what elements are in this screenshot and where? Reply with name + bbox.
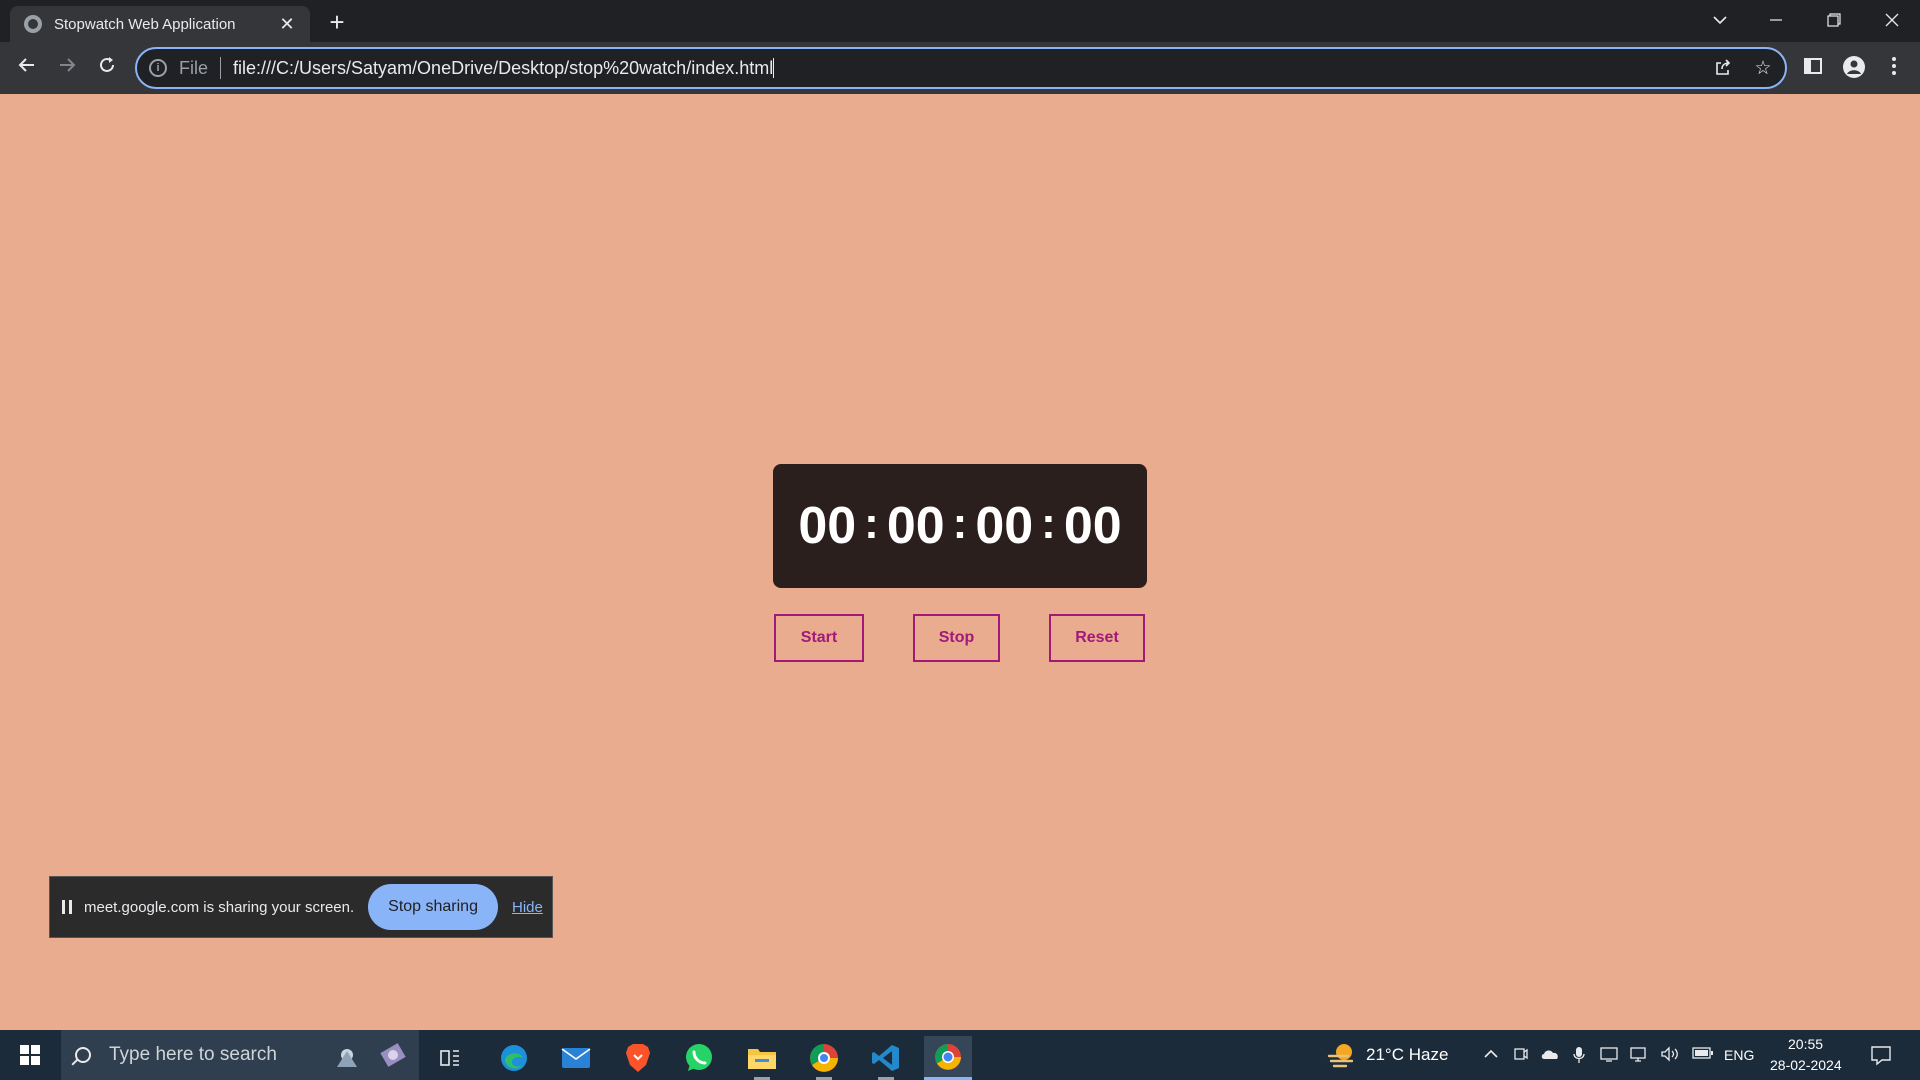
share-icon[interactable] [1711,57,1735,81]
forward-arrow-icon[interactable] [51,52,83,84]
edge-icon[interactable] [490,1036,538,1080]
time-separator: : [864,499,879,548]
tab-strip: Stopwatch Web Application ✕ + [0,0,1920,42]
share-message: meet.google.com is sharing your screen. [84,898,355,916]
start-button-windows[interactable] [0,1030,60,1080]
tab-close-icon[interactable]: ✕ [276,13,298,35]
taskbar-search[interactable]: Type here to search [61,1030,419,1080]
meet-tray-icon[interactable] [1512,1046,1530,1064]
reset-button[interactable]: Reset [1049,614,1145,662]
notifications-icon[interactable] [1870,1044,1892,1066]
tab-title: Stopwatch Web Application [54,15,236,33]
brave-icon[interactable] [614,1036,662,1080]
scheme-label: File [179,57,209,78]
seconds-value: 00 [975,497,1034,555]
weather-icon[interactable] [1326,1040,1356,1070]
weather-text[interactable]: 21°C Haze [1366,1045,1448,1065]
info-icon[interactable]: i [149,59,167,77]
onedrive-icon[interactable] [1540,1046,1558,1064]
start-button[interactable]: Start [774,614,864,662]
stop-button[interactable]: Stop [913,614,1000,662]
profile-icon[interactable] [1842,56,1866,80]
restore-icon[interactable] [1806,0,1862,40]
chrome-icon[interactable] [924,1036,972,1080]
chrome-remote-icon[interactable] [800,1036,848,1080]
pause-icon [62,900,72,914]
vscode-icon[interactable] [862,1036,910,1080]
globe-icon [24,15,42,33]
close-window-icon[interactable] [1864,0,1920,40]
centiseconds-value: 00 [1063,497,1122,555]
address-divider [220,57,222,79]
file-explorer-icon[interactable] [738,1036,786,1080]
show-hidden-icons-chevron-icon[interactable] [1482,1046,1500,1064]
task-view-icon[interactable] [426,1036,474,1080]
stop-sharing-button[interactable]: Stop sharing [368,884,498,930]
browser-toolbar: i File file:///C:/Users/Satyam/OneDrive/… [0,42,1920,94]
search-highlight-icon [329,1035,419,1075]
taskbar: Type here to search 21°C Haze ENG 20:55 … [0,1030,1920,1080]
search-icon [75,1047,91,1063]
windows-logo-icon [20,1045,40,1065]
clock-time[interactable]: 20:55 [1788,1036,1823,1052]
mail-icon[interactable] [552,1036,600,1080]
side-panel-icon[interactable] [1801,56,1825,80]
battery-icon[interactable] [1692,1046,1713,1064]
reload-icon[interactable] [91,52,123,84]
time-separator: : [952,499,968,548]
clock-date[interactable]: 28-02-2024 [1770,1057,1842,1073]
new-tab-button[interactable]: + [322,8,352,38]
time-separator: : [1041,499,1056,548]
bookmark-star-icon[interactable]: ☆ [1751,57,1775,81]
hours-value: 00 [798,497,857,555]
screen-share-bar: meet.google.com is sharing your screen. … [49,876,553,938]
kebab-menu-icon[interactable] [1882,56,1906,80]
hide-link[interactable]: Hide [512,899,543,916]
url-text[interactable]: file:///C:/Users/Satyam/OneDrive/Desktop… [233,58,773,79]
tab-search-chevron-icon[interactable] [1692,0,1748,40]
network-icon[interactable] [1600,1046,1618,1064]
display-icon[interactable] [1630,1046,1648,1064]
stopwatch-display: 00 : 00 : 00 : 00 [773,464,1147,588]
minimize-icon[interactable] [1748,0,1804,40]
address-bar[interactable]: i File file:///C:/Users/Satyam/OneDrive/… [135,47,1787,89]
whatsapp-icon[interactable] [675,1036,723,1080]
volume-icon[interactable] [1660,1046,1678,1064]
microphone-icon[interactable] [1570,1046,1588,1064]
language-indicator[interactable]: ENG [1724,1047,1754,1063]
back-arrow-icon[interactable] [11,52,43,84]
text-caret [773,58,775,78]
minutes-value: 00 [886,497,945,555]
tab-stopwatch[interactable]: Stopwatch Web Application ✕ [10,6,310,42]
search-placeholder: Type here to search [109,1044,277,1065]
